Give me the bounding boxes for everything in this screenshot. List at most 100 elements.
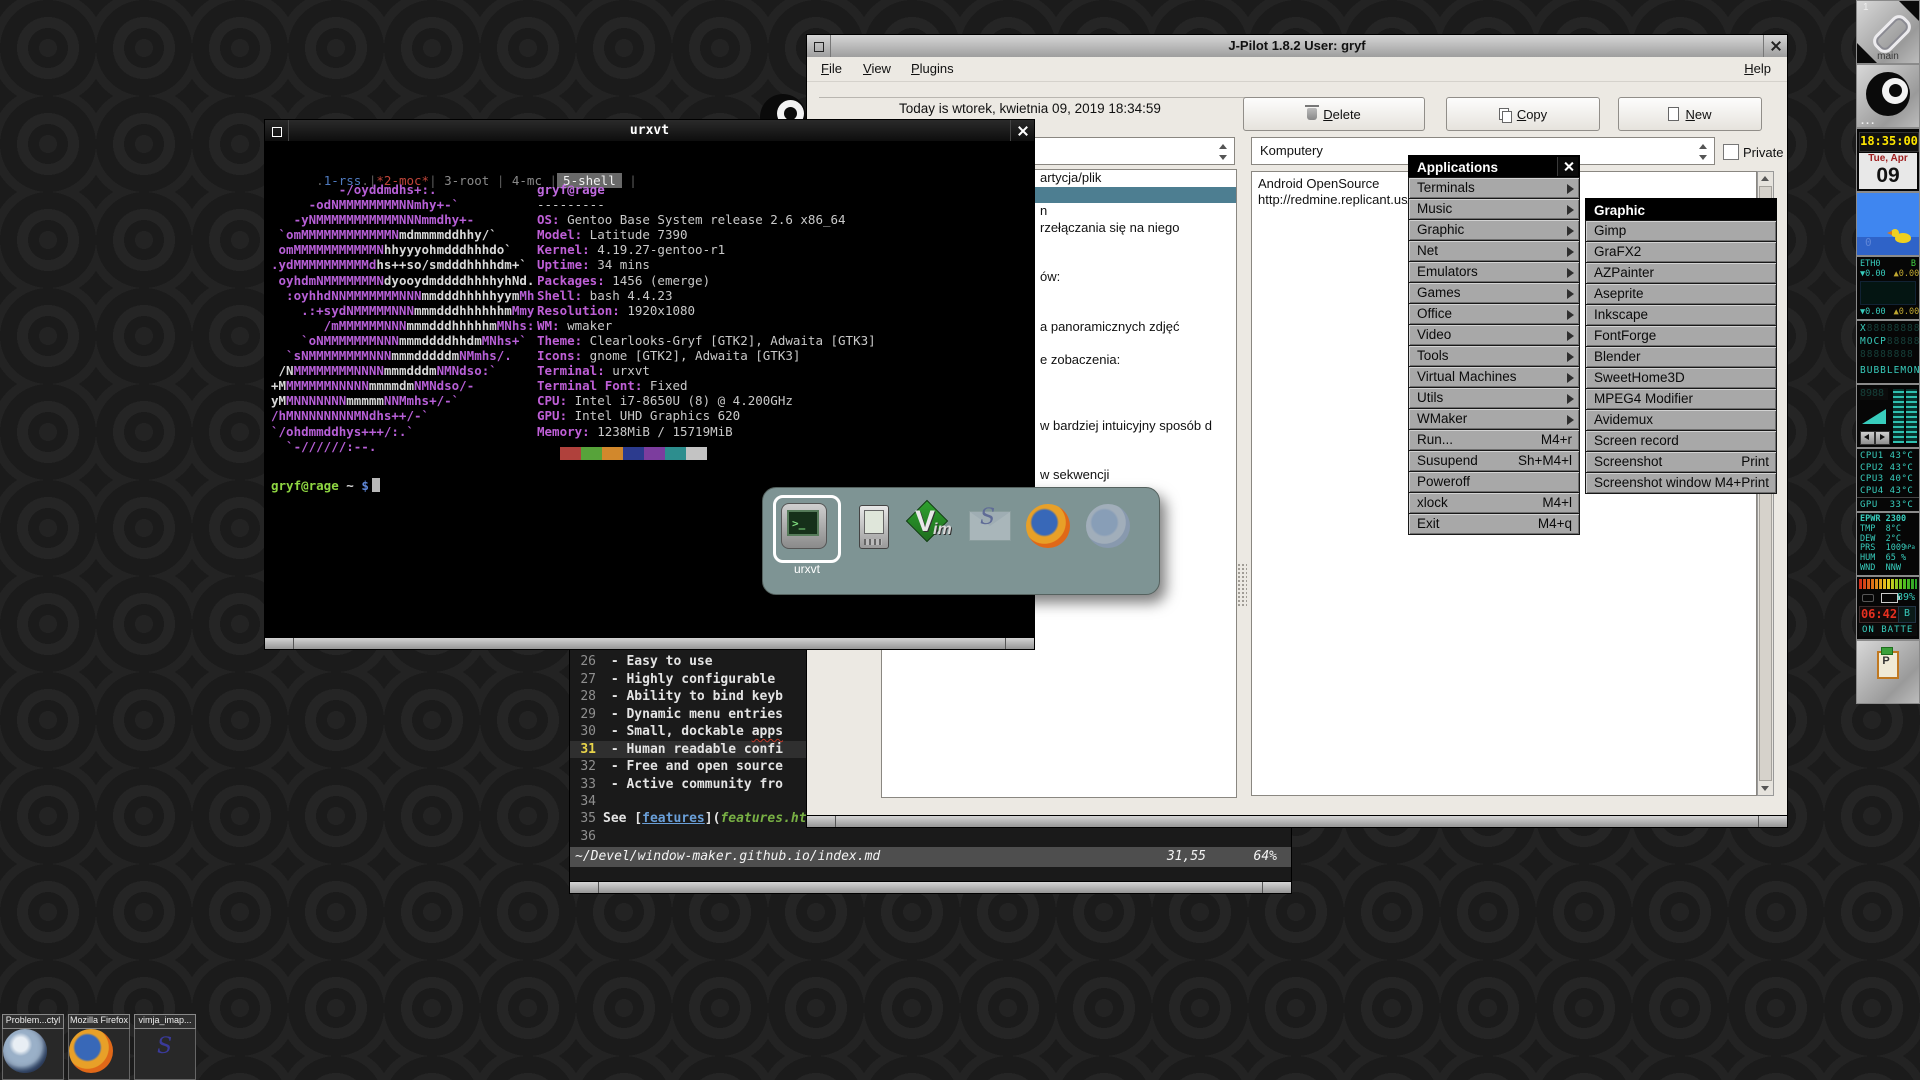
workspace-name: main — [1857, 51, 1919, 62]
menu-shortcut: M4+l — [1542, 493, 1572, 513]
miniwindow-icon[interactable]: S — [144, 1032, 188, 1076]
menu-item[interactable]: Music — [1408, 198, 1580, 220]
menu-item[interactable]: Games — [1408, 282, 1580, 304]
scroll-up-icon[interactable] — [1761, 176, 1769, 181]
delete-button[interactable]: Delete — [1243, 97, 1425, 131]
shell-prompt[interactable]: gryf@rage ~ $ — [271, 478, 380, 493]
cpu-temp-row: CPU1 43°C — [1857, 451, 1919, 463]
menu-plugins[interactable]: Plugins — [903, 57, 962, 81]
urxvt-icon[interactable]: >_ — [781, 503, 827, 549]
mixer-meter[interactable] — [1893, 389, 1904, 443]
combo-arrows-icon[interactable] — [1217, 143, 1228, 161]
applications-menu-header[interactable]: Applications — [1408, 155, 1580, 178]
miniwindow[interactable]: Problem...ctyl — [2, 1014, 64, 1080]
menu-view[interactable]: View — [855, 57, 899, 81]
vim-icon[interactable]: Vim — [909, 503, 955, 549]
menu-item[interactable]: Video — [1408, 324, 1580, 346]
menu-item[interactable]: MPEG4 Modifier — [1585, 388, 1777, 410]
menu-item[interactable]: FontForge — [1585, 325, 1777, 347]
fetch-field: Uptime: 34 mins — [537, 257, 876, 272]
menu-item[interactable]: Virtual Machines — [1408, 366, 1580, 388]
weather-dockapp[interactable]: EPWR 2300 TMP 8°CDEW 2°CPRS 1009HUM 65 %… — [1856, 512, 1920, 576]
menu-item[interactable]: ScreenshotPrint — [1585, 451, 1777, 473]
weather-row: WND NNW — [1857, 564, 1919, 574]
menu-item[interactable]: AZPainter — [1585, 262, 1777, 284]
menu-item[interactable]: Emulators — [1408, 261, 1580, 283]
mocp-lcd-dockapp[interactable]: X88888888 MOCP88888888 88888888 BUBBLEMO… — [1856, 320, 1920, 384]
pinboard-dockapp[interactable]: P — [1856, 640, 1920, 704]
menu-item[interactable]: SweetHome3D — [1585, 367, 1777, 389]
menu-item[interactable]: Aseprite — [1585, 283, 1777, 305]
menu-item[interactable]: GraFX2 — [1585, 241, 1777, 263]
miniwindow-icon[interactable] — [69, 1029, 113, 1073]
palette-swatch — [644, 447, 665, 460]
clock-dockapp[interactable]: 18:35:00 Tue, Apr 09 — [1856, 128, 1920, 192]
menu-file[interactable]: File — [813, 57, 850, 81]
menu-item[interactable]: Graphic — [1408, 219, 1580, 241]
menu-item[interactable]: Office — [1408, 303, 1580, 325]
menu-item[interactable]: ExitM4+q — [1408, 513, 1580, 535]
menu-close-button[interactable] — [1557, 157, 1578, 176]
submenu-arrow-icon — [1567, 184, 1574, 194]
menu-help[interactable]: Help — [1736, 57, 1779, 81]
menu-item[interactable]: Screen record — [1585, 430, 1777, 452]
mixer-dockapp[interactable]: 8988 — [1856, 384, 1920, 448]
jpilot-dock-icon[interactable]: ... — [1856, 64, 1920, 128]
net-download: ▼0.00 — [1860, 269, 1886, 279]
mixer-meter[interactable] — [1906, 389, 1917, 443]
new-button[interactable]: New — [1618, 97, 1762, 131]
jpilot-swirl-icon — [1866, 72, 1910, 116]
mixer-prev-button[interactable] — [1860, 431, 1875, 445]
close-button[interactable] — [1010, 120, 1034, 142]
minimize-icon — [272, 127, 282, 137]
jpilot-pda-icon[interactable] — [849, 503, 895, 549]
menu-item[interactable]: Run...M4+r — [1408, 429, 1580, 451]
cpu-temp-dockapp[interactable]: CPU1 43°CCPU2 43°CCPU3 40°CCPU4 43°C GPU… — [1856, 448, 1920, 512]
menu-item[interactable]: Screenshot windowM4+Print — [1585, 472, 1777, 494]
network-monitor-dockapp[interactable]: ETH0B ▼0.00▲0.00 ▼0.00▲0.00 — [1856, 256, 1920, 320]
line-number: 26 — [570, 653, 596, 671]
menu-item[interactable]: Terminals — [1408, 177, 1580, 199]
cpu-temp-row: CPU3 40°C — [1857, 474, 1919, 486]
minimize-button[interactable] — [807, 35, 831, 57]
copy-button[interactable]: Copy — [1446, 97, 1600, 131]
vim-line-36: 36 — [570, 828, 1291, 846]
bubblemon-dockapp[interactable]: 0 — [1856, 192, 1920, 256]
firefox-icon[interactable] — [1025, 503, 1071, 549]
battery-dockapp[interactable]: 89% 06:42 B ON BATTE — [1856, 576, 1920, 640]
menu-item[interactable]: Net — [1408, 240, 1580, 262]
combo-arrows-icon[interactable] — [1697, 143, 1708, 161]
mixer-next-button[interactable] — [1875, 431, 1890, 445]
menu-item[interactable]: WMaker — [1408, 408, 1580, 430]
terminal-resizebar[interactable] — [265, 637, 1034, 649]
menu-item[interactable]: Tools — [1408, 345, 1580, 367]
clip-workspace-switcher[interactable]: 1 main — [1856, 0, 1920, 64]
vim-resizebar[interactable] — [570, 881, 1291, 893]
menu-item[interactable]: Gimp — [1585, 220, 1777, 242]
close-button[interactable] — [1763, 35, 1787, 57]
menu-item[interactable]: Inkscape — [1585, 304, 1777, 326]
menu-item[interactable]: Avidemux — [1585, 409, 1777, 431]
menu-item[interactable]: Utils — [1408, 387, 1580, 409]
miniwindow-icon[interactable] — [3, 1029, 47, 1073]
graphic-submenu-header[interactable]: Graphic — [1585, 198, 1777, 221]
menu-item[interactable]: xlockM4+l — [1408, 492, 1580, 514]
terminal-titlebar[interactable]: urxvt — [265, 120, 1034, 142]
submenu-arrow-icon — [1567, 289, 1574, 299]
submenu-arrow-icon — [1567, 394, 1574, 404]
menu-item[interactable]: Poweroff — [1408, 471, 1580, 493]
pane-splitter[interactable] — [1237, 563, 1247, 607]
window-switcher-panel: >_ Vim S urxvt — [762, 487, 1160, 595]
submenu-arrow-icon — [1567, 373, 1574, 383]
scroll-down-icon[interactable] — [1761, 786, 1769, 791]
firefox-faded-icon[interactable] — [1085, 503, 1131, 549]
miniwindow[interactable]: vimja_imap... S — [134, 1014, 196, 1080]
miniwindow[interactable]: Mozilla Firefox — [68, 1014, 130, 1080]
jpilot-resizebar[interactable] — [807, 815, 1787, 827]
sylpheed-icon[interactable]: S — [967, 503, 1013, 549]
menu-item[interactable]: Blender — [1585, 346, 1777, 368]
menu-item[interactable]: SusupendSh+M4+l — [1408, 450, 1580, 472]
private-checkbox[interactable] — [1723, 144, 1739, 160]
jpilot-titlebar[interactable]: J-Pilot 1.8.2 User: gryf — [807, 35, 1787, 57]
minimize-button[interactable] — [265, 120, 289, 142]
